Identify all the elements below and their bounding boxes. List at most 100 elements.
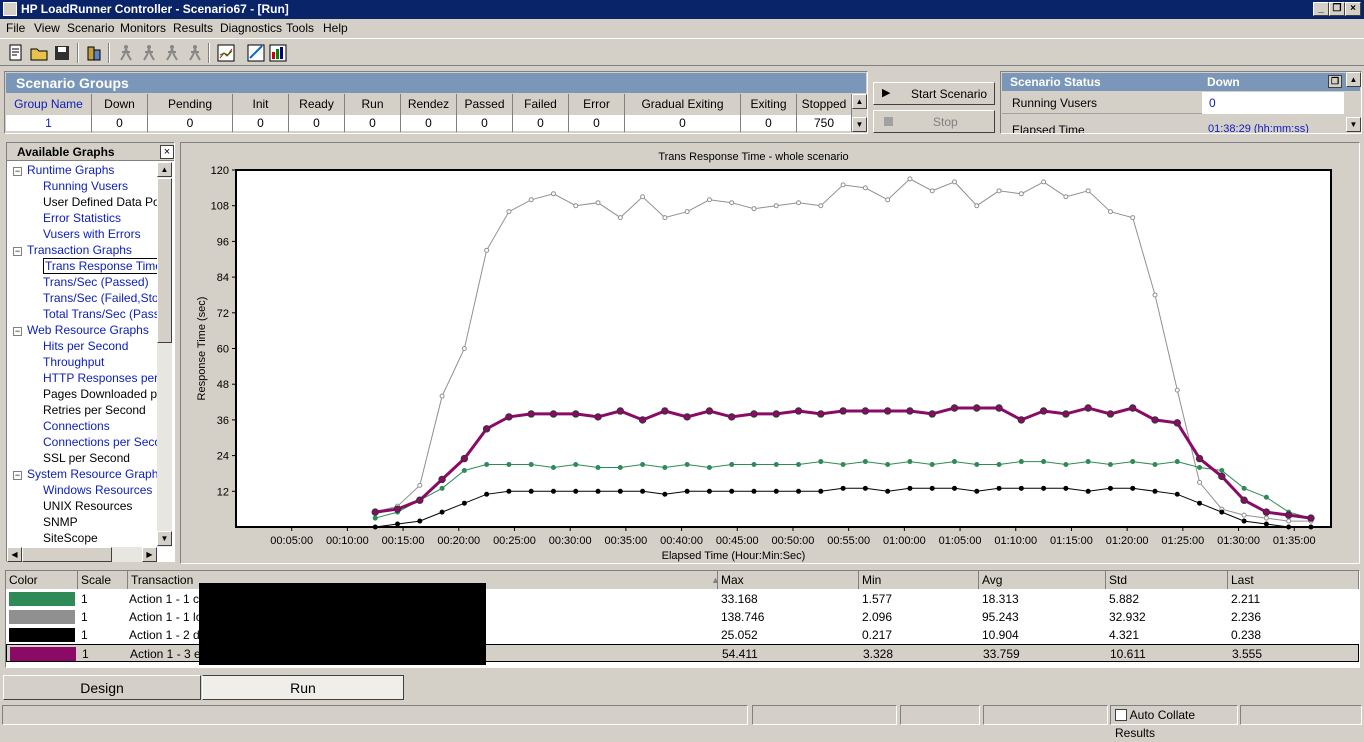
open-folder-icon[interactable] (29, 43, 49, 63)
graph-item[interactable]: Error Statistics (43, 210, 121, 226)
menu-view[interactable]: View (34, 21, 60, 35)
graph-item[interactable]: Trans/Sec (Passed) (43, 274, 149, 290)
graph-item[interactable]: Trans/Sec (Failed,Stopp (43, 290, 157, 306)
graph-item[interactable]: Windows Resources (43, 482, 152, 498)
graph-item[interactable]: User Defined Data Poin (43, 194, 157, 210)
tab-run[interactable]: Run (202, 675, 404, 700)
x-tick-label: 00:25:00 (493, 535, 536, 547)
graph-item[interactable]: Pages Downloaded per (43, 386, 157, 402)
new-scenario-icon[interactable] (6, 43, 26, 63)
tree-vscrollbar[interactable]: ▲ ▼ (157, 162, 172, 547)
data-point (862, 459, 868, 465)
group-name-column[interactable]: Group Name 1 (6, 94, 92, 132)
scroll-up-icon[interactable]: ▲ (852, 94, 867, 109)
data-point (1197, 465, 1203, 470)
data-point (417, 482, 423, 488)
x-tick-label: 01:30:00 (1217, 535, 1260, 547)
menu-bar: File View Scenario Monitors Results Diag… (0, 19, 1364, 38)
menu-file[interactable]: File (6, 21, 25, 35)
running-vusers-label: Running Vusers (1012, 96, 1097, 110)
start-scenario-button[interactable]: ▶ Start Scenario (873, 82, 995, 105)
scenario-status-panel: Scenario Status Down ❐ Running Vusers 0 … (1000, 71, 1362, 134)
scroll-down-icon[interactable]: ▼ (852, 117, 867, 132)
status-scrollbar[interactable]: ▲ ▼ (1346, 72, 1361, 133)
graph-item[interactable]: − System Resource Graphs (13, 466, 157, 482)
group-name-cell[interactable]: 1 (6, 115, 91, 131)
menu-diagnostics[interactable]: Diagnostics (220, 21, 282, 35)
tree-hscrollbar[interactable]: ◀ ▶ (7, 547, 157, 562)
gradual-stop-icon[interactable] (139, 43, 159, 63)
graph-item[interactable]: Retries per Second (43, 402, 146, 418)
graph-item[interactable]: UNIX Resources (43, 498, 132, 514)
graph-item[interactable]: Connections (43, 418, 110, 434)
stop-vuser-icon[interactable] (162, 43, 182, 63)
data-point (1085, 488, 1091, 494)
data-point (549, 410, 558, 418)
graph-item[interactable]: Vusers with Errors (43, 226, 141, 242)
collapse-icon[interactable]: − (13, 167, 22, 176)
close-panel-icon[interactable]: × (160, 145, 174, 159)
load-generators-icon[interactable] (84, 43, 104, 63)
menu-tools[interactable]: Tools (286, 21, 314, 35)
restore-button[interactable]: ❐ (1329, 2, 1345, 16)
stop-button[interactable]: Stop (873, 110, 995, 133)
data-point (951, 179, 957, 185)
auto-collate-status[interactable]: Auto Collate Results (1110, 705, 1238, 740)
menu-monitors[interactable]: Monitors (120, 21, 166, 35)
graph-layout-icon[interactable] (216, 43, 236, 63)
collapse-icon[interactable]: − (13, 471, 22, 480)
legend-scale: 1 (81, 628, 88, 642)
run-vuser-icon[interactable] (116, 43, 136, 63)
series-color-swatch[interactable] (9, 628, 75, 642)
data-point (1263, 515, 1269, 521)
restore-panel-icon[interactable]: ❐ (1328, 75, 1342, 88)
scenario-status-title: Scenario Status (1010, 75, 1101, 89)
graph-item[interactable]: HTTP Responses per S (43, 370, 157, 386)
data-point (506, 209, 512, 215)
menu-scenario[interactable]: Scenario (67, 21, 114, 35)
graph-item[interactable]: − Runtime Graphs (13, 162, 114, 178)
graph-item[interactable]: Throughput (43, 354, 104, 370)
graph-item[interactable]: − Web Resource Graphs (13, 322, 149, 338)
data-point (617, 488, 623, 494)
data-point (1129, 404, 1137, 412)
trans-response-time-chart[interactable]: Trans Response Time - whole scenario Elap… (181, 143, 1359, 563)
graph-item[interactable]: Trans Response Time (43, 258, 157, 274)
graph-item[interactable]: SSL per Second (43, 450, 130, 466)
graph-item[interactable]: Total Trans/Sec (Passe (43, 306, 157, 322)
graph-item[interactable]: Hits per Second (43, 338, 128, 354)
y-tick-label: 72 (217, 308, 229, 320)
graph-item[interactable]: Connections per Secon (43, 434, 157, 450)
groups-scrollbar[interactable]: ▲ ▼ (852, 94, 867, 132)
data-point (640, 462, 646, 468)
collapse-icon[interactable]: − (13, 247, 22, 256)
gradual-exiting-column: Gradual Exiting 0 (625, 94, 741, 132)
running-vusers-link[interactable]: 0 (1202, 92, 1344, 114)
collapse-icon[interactable]: − (13, 327, 22, 336)
reset-vuser-icon[interactable] (185, 43, 205, 63)
menu-help[interactable]: Help (323, 21, 348, 35)
close-button[interactable]: × (1345, 2, 1361, 16)
tab-design[interactable]: Design (3, 675, 201, 700)
x-tick-label: 00:15:00 (382, 535, 425, 547)
minimize-button[interactable]: _ (1313, 2, 1329, 16)
series-color-swatch[interactable] (10, 647, 76, 661)
scroll-thumb[interactable] (157, 178, 172, 343)
analysis-icon[interactable] (246, 43, 266, 63)
rendez-column: Rendez 0 (401, 94, 457, 132)
y-tick-label: 84 (217, 272, 229, 284)
save-icon[interactable] (52, 43, 72, 63)
graph-item[interactable]: SiteScope (43, 530, 98, 546)
data-point (371, 508, 379, 516)
data-point (506, 488, 512, 494)
menu-results[interactable]: Results (173, 21, 213, 35)
graph-item[interactable]: Running Vusers (43, 178, 128, 194)
series-color-swatch[interactable] (9, 592, 75, 606)
graph-item[interactable]: − Transaction Graphs (13, 242, 132, 258)
monitor-graph-icon[interactable] (268, 43, 288, 63)
series-color-swatch[interactable] (9, 610, 75, 624)
data-point (1041, 459, 1047, 465)
graph-item[interactable]: SNMP (43, 514, 78, 530)
data-point (706, 465, 712, 470)
data-point (885, 462, 891, 468)
